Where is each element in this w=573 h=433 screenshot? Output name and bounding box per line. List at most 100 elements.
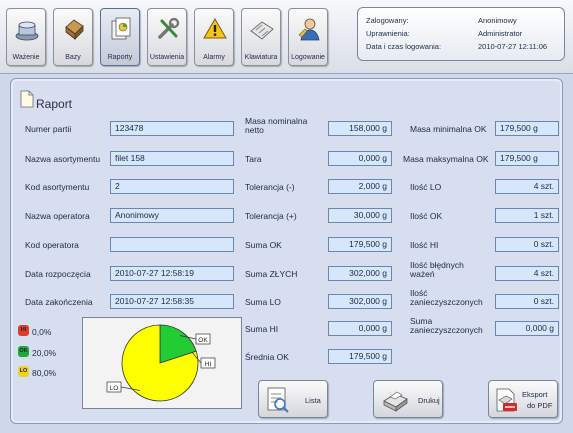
error-count-label: Ilość błędnych ważeń xyxy=(410,260,464,279)
nominal-mass-label: Masa nominalna netto xyxy=(245,116,308,135)
contaminated-sum-label: Suma zanieczyszczonych xyxy=(410,316,483,335)
error-count-field: 4 szt. xyxy=(495,266,559,281)
ok-badge: OK xyxy=(18,346,29,357)
ok-percent: 20,0% xyxy=(32,348,57,358)
sum-bad-field: 302,000 g xyxy=(328,266,392,281)
min-mass-ok-field: 179,500 g xyxy=(495,121,559,136)
tolerance-plus-label: Tolerancja (+) xyxy=(245,211,297,221)
tolerance-plus-field: 30,000 g xyxy=(328,208,392,223)
document-icon xyxy=(20,90,34,108)
product-code-label: Kod asortymentu xyxy=(25,182,90,192)
hi-badge: HI xyxy=(18,325,29,336)
print-button[interactable]: Drukuj xyxy=(373,380,443,418)
database-icon xyxy=(65,19,84,40)
rights-label: Uprawnienia: xyxy=(366,29,410,38)
toolbar: Ważenie Bazy Raporty Ustawienia Alarmy K… xyxy=(0,0,573,74)
tolerance-minus-field: 2,000 g xyxy=(328,179,392,194)
weighing-label: Ważenie xyxy=(12,54,40,61)
contaminated-count-label: Ilość zanieczyszczonych xyxy=(410,288,483,307)
count-hi-field: 0 szt. xyxy=(495,237,559,252)
alarms-label: Alarmy xyxy=(203,54,225,61)
nominal-mass-field: 158,000 g xyxy=(328,121,392,136)
max-mass-ok-label: Masa maksymalna OK xyxy=(403,154,489,164)
tools-icon xyxy=(158,17,180,39)
tare-field: 0,000 g xyxy=(328,151,392,166)
product-code-field: 2 xyxy=(110,179,234,194)
databases-label: Bazy xyxy=(65,54,81,61)
sum-hi-field: 0,000 g xyxy=(328,321,392,336)
batch-number-field: 123478 xyxy=(110,121,234,136)
contaminated-sum-field: 0,000 g xyxy=(495,321,559,336)
end-date-field: 2010-07-27 12:58:35 xyxy=(110,294,234,309)
scale-icon xyxy=(15,21,39,41)
logged-user-value: Anonimowy xyxy=(478,16,517,25)
tare-label: Tara xyxy=(245,154,262,164)
tolerance-minus-label: Tolerancja (-) xyxy=(245,182,295,192)
page-title: Raport xyxy=(36,97,73,111)
count-lo-field: 4 szt. xyxy=(495,179,559,194)
export-label-line2: do PDF xyxy=(527,401,553,410)
reports-button[interactable]: Raporty xyxy=(100,8,140,66)
hi-percent: 0,0% xyxy=(32,327,52,337)
keyboard-icon xyxy=(250,21,274,40)
printer-icon xyxy=(383,391,408,412)
logged-user-label: Zalogowany: xyxy=(366,16,409,25)
settings-button[interactable]: Ustawienia xyxy=(147,8,187,66)
start-date-label: Data rozpoczęcia xyxy=(25,269,91,279)
pie-chart: OK HI LO xyxy=(106,324,216,402)
lo-percent: 80,0% xyxy=(32,368,57,378)
sum-ok-field: 179,500 g xyxy=(328,237,392,252)
pdf-export-icon xyxy=(496,388,517,412)
login-icon xyxy=(298,18,320,41)
reports-label: Raporty xyxy=(107,54,133,61)
rights-value: Administrator xyxy=(478,29,523,38)
product-name-label: Nazwa asortymentu xyxy=(25,154,101,164)
export-pdf-button[interactable]: Eksport do PDF xyxy=(488,380,558,418)
operator-name-field: Anonimowy xyxy=(110,208,234,223)
weighing-button[interactable]: Ważenie xyxy=(6,8,46,66)
report-icon xyxy=(111,17,131,40)
average-ok-field: 179,500 g xyxy=(328,349,392,364)
average-ok-label: Średnia OK xyxy=(245,352,289,362)
count-ok-label: Ilość OK xyxy=(410,211,443,221)
operator-name-label: Nazwa operatora xyxy=(25,211,90,221)
print-label: Drukuj xyxy=(418,396,440,405)
product-name-field: filet 158 xyxy=(110,151,234,166)
settings-label: Ustawienia xyxy=(149,54,185,61)
pie-label-lo: LO xyxy=(110,385,119,392)
sum-hi-label: Suma HI xyxy=(245,324,279,334)
count-lo-label: Ilość LO xyxy=(410,182,442,192)
pie-label-ok: OK xyxy=(198,337,208,344)
alarms-button[interactable]: Alarmy xyxy=(194,8,234,66)
sum-bad-label: Suma ZŁYCH xyxy=(245,269,298,279)
lo-badge: LO xyxy=(18,366,29,377)
export-label-line1: Eksport xyxy=(522,390,548,399)
list-button[interactable]: Lista xyxy=(258,380,328,418)
sum-lo-label: Suma LO xyxy=(245,297,281,307)
batch-number-label: Numer partii xyxy=(25,124,72,134)
contaminated-count-field: 0 szt. xyxy=(495,294,559,309)
count-hi-label: Ilość HI xyxy=(410,240,439,250)
session-info: Zalogowany: Anonimowy Uprawnienia: Admin… xyxy=(357,7,565,61)
pie-label-hi: HI xyxy=(205,361,212,368)
sum-ok-label: Suma OK xyxy=(245,240,282,250)
list-icon xyxy=(267,387,289,413)
login-button[interactable]: Logowanie xyxy=(288,8,328,66)
end-date-label: Data zakończenia xyxy=(25,297,93,307)
operator-code-label: Kod operatora xyxy=(25,240,79,250)
count-ok-field: 1 szt. xyxy=(495,208,559,223)
warning-icon xyxy=(203,18,227,39)
operator-code-field xyxy=(110,237,234,252)
login-time-label: Data i czas logowania: xyxy=(366,42,442,51)
databases-button[interactable]: Bazy xyxy=(53,8,93,66)
min-mass-ok-label: Masa minimalna OK xyxy=(410,124,487,134)
keyboard-button[interactable]: Klawiatura xyxy=(241,8,281,66)
list-label: Lista xyxy=(305,396,321,405)
keyboard-label: Klawiatura xyxy=(244,54,278,61)
login-label: Logowanie xyxy=(291,54,325,61)
sum-lo-field: 302,000 g xyxy=(328,294,392,309)
login-time-value: 2010-07-27 12:11:06 xyxy=(478,42,548,51)
max-mass-ok-field: 179,500 g xyxy=(495,151,559,166)
start-date-field: 2010-07-27 12:58:19 xyxy=(110,266,234,281)
pie-chart-box: OK HI LO xyxy=(82,317,242,409)
